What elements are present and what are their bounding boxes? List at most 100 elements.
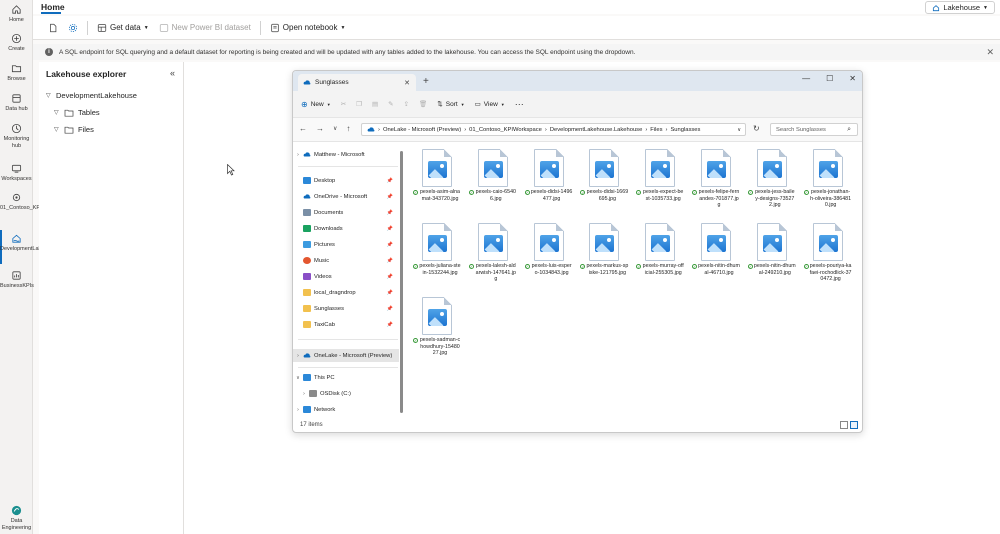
tab-home[interactable]: Home bbox=[41, 2, 65, 12]
tree-item-files[interactable]: ▽ Files bbox=[54, 125, 94, 134]
file-item[interactable]: ✓ pexels-pouriya-kafaei-rochodlick-370472… bbox=[803, 223, 852, 295]
minimize-icon[interactable]: — bbox=[802, 74, 810, 83]
nav-item-onelake[interactable]: › OneLake - Microsoft (Preview) bbox=[293, 349, 399, 362]
collapse-panel-icon[interactable]: « bbox=[170, 68, 175, 78]
file-item[interactable]: ✓ pexels-nitin-dhumal-46710.jpg bbox=[692, 223, 740, 295]
file-item[interactable]: ✓ pexels-jonathan-h-oliveira-3864810.jpg bbox=[803, 149, 852, 221]
new-dataset-button[interactable]: New Power BI dataset bbox=[156, 21, 254, 35]
new-button[interactable]: ⊕ New ▼ bbox=[301, 100, 331, 109]
chevron-down-icon[interactable]: ∨ bbox=[737, 127, 741, 133]
rail-lakehouse[interactable]: DevelopmentLakeho... bbox=[0, 233, 55, 253]
home-icon bbox=[12, 5, 21, 14]
share-button[interactable]: ⇪ bbox=[404, 100, 409, 108]
file-item[interactable]: ✓ pexels-didsi-1496477.jpg bbox=[524, 149, 573, 221]
nav-item-pictures[interactable]: Pictures 📌 bbox=[293, 238, 399, 251]
close-icon[interactable]: ✕ bbox=[986, 47, 994, 58]
desktop-icon bbox=[303, 177, 311, 184]
lakehouse-switcher[interactable]: Lakehouse ▼ bbox=[925, 1, 995, 14]
view-button[interactable]: ▭ View ▼ bbox=[475, 100, 505, 109]
tree-item-lakehouse[interactable]: ▽ DevelopmentLakehouse bbox=[46, 91, 137, 100]
file-item[interactable]: ✓ pexels-murray-official-255305.jpg bbox=[636, 223, 684, 295]
breadcrumb-segment[interactable]: DevelopmentLakehouse.Lakehouse bbox=[550, 127, 643, 133]
sync-status-icon: ✓ bbox=[803, 190, 809, 195]
nav-item-this-pc[interactable]: ∨ This PC bbox=[293, 371, 399, 384]
up-arrow-icon[interactable]: ↑ bbox=[346, 124, 350, 133]
address-bar[interactable]: › OneLake - Microsoft (Preview) › 01_Con… bbox=[361, 123, 746, 136]
new-item-button[interactable] bbox=[45, 21, 61, 35]
file-name-label: ✓ pexels-sadman-chowdhury-1548027.jpg bbox=[413, 337, 461, 356]
file-item[interactable]: ✓ pexels-asim-alnamat-343720.jpg bbox=[413, 149, 461, 221]
maximize-icon[interactable]: ☐ bbox=[826, 74, 833, 83]
file-item[interactable]: ✓ pexels-sadman-chowdhury-1548027.jpg bbox=[413, 297, 461, 369]
chevron-right-icon: › bbox=[297, 151, 299, 158]
file-item[interactable]: ✓ pexels-juliana-stein-1532244.jpg bbox=[413, 223, 461, 295]
nav-item-music[interactable]: Music 📌 bbox=[293, 254, 399, 267]
nav-item-user[interactable]: › Matthew - Microsoft bbox=[293, 148, 399, 161]
rail-workspace-contoso[interactable]: 01_Contoso_KPIWorks... bbox=[0, 192, 62, 212]
file-item[interactable]: ✓ pexels-caio-65406.jpg bbox=[468, 149, 517, 221]
explorer-command-bar: ⊕ New ▼ ✂ ❐ ▤ ✎ ⇪ 🗑 ⇅ Sort ▼ ▭ View ▼ ··… bbox=[293, 91, 862, 118]
close-tab-icon[interactable]: ✕ bbox=[404, 79, 410, 87]
nav-item-onedrive[interactable]: OneDrive - Microsoft 📌 bbox=[293, 190, 399, 203]
delete-button[interactable]: 🗑 bbox=[419, 100, 427, 108]
browse-icon bbox=[11, 65, 22, 73]
sort-button[interactable]: ⇅ Sort ▼ bbox=[437, 100, 464, 109]
nav-item-documents[interactable]: Documents 📌 bbox=[293, 206, 399, 219]
file-item[interactable]: ✓ pexels-nitin-dhumal-249210.jpg bbox=[747, 223, 796, 295]
rail-data-hub[interactable]: Data hub bbox=[0, 93, 33, 113]
sync-status-icon: ✓ bbox=[468, 264, 474, 269]
nav-item-sunglasses[interactable]: Sunglasses 📌 bbox=[293, 302, 399, 315]
cut-button[interactable]: ✂ bbox=[341, 100, 346, 108]
nav-item-videos[interactable]: Videos 📌 bbox=[293, 270, 399, 283]
open-notebook-button[interactable]: Open notebook ▼ bbox=[267, 21, 349, 35]
breadcrumb-segment[interactable]: Sunglasses bbox=[670, 127, 700, 133]
add-icon: ⊕ bbox=[301, 99, 308, 109]
paste-button[interactable]: ▤ bbox=[372, 100, 378, 108]
rail-monitoring[interactable]: Monitoring hub bbox=[0, 123, 33, 149]
breadcrumb-segment[interactable]: OneLake - Microsoft (Preview) bbox=[383, 127, 461, 133]
breadcrumb-segment[interactable]: Files bbox=[650, 127, 662, 133]
file-item[interactable]: ✓ pexels-markus-spiske-121795.jpg bbox=[580, 223, 628, 295]
settings-button[interactable] bbox=[65, 21, 81, 35]
file-item[interactable]: ✓ pexels-lalesh-aldarwish-147641.jpg bbox=[468, 223, 517, 295]
nav-item-desktop[interactable]: Desktop 📌 bbox=[293, 174, 399, 187]
mouse-cursor-icon bbox=[227, 164, 235, 176]
nav-item-taxicab[interactable]: TaxiCab 📌 bbox=[293, 318, 399, 331]
nav-item-osdisk[interactable]: › OSDisk (C:) bbox=[293, 387, 399, 400]
close-window-icon[interactable]: ✕ bbox=[849, 74, 856, 83]
refresh-icon[interactable]: ↻ bbox=[753, 124, 760, 133]
nav-item-downloads[interactable]: Downloads 📌 bbox=[293, 222, 399, 235]
file-item[interactable]: ✓ pexels-luis-espero-1034843.jpg bbox=[524, 223, 573, 295]
recent-chevron-icon[interactable]: ∨ bbox=[333, 124, 337, 133]
nav-item-network[interactable]: › Network bbox=[293, 403, 399, 416]
rename-button[interactable]: ✎ bbox=[388, 100, 393, 108]
window-tab-sunglasses[interactable]: Sunglasses ✕ bbox=[298, 74, 416, 91]
nav-item-local-dragndrop[interactable]: local_dragndrop 📌 bbox=[293, 286, 399, 299]
file-item[interactable]: ✓ pexels-felipe-fernandes-701877.jpg bbox=[692, 149, 740, 221]
file-item[interactable]: ✓ pexels-expect-best-1035733.jpg bbox=[636, 149, 684, 221]
file-item[interactable]: ✓ pexels-jess-bailey-designs-735272.jpg bbox=[747, 149, 796, 221]
explorer-title: Lakehouse explorer bbox=[46, 69, 127, 79]
computer-icon bbox=[303, 374, 311, 381]
get-data-button[interactable]: Get data ▼ bbox=[94, 21, 152, 35]
back-arrow-icon[interactable]: ← bbox=[299, 124, 307, 133]
rail-browse[interactable]: Browse bbox=[0, 63, 33, 83]
forward-arrow-icon[interactable]: → bbox=[316, 124, 324, 133]
large-icons-view-icon[interactable] bbox=[850, 421, 858, 429]
documents-icon bbox=[303, 209, 311, 216]
rail-data-engineering[interactable]: Data Engineering bbox=[0, 505, 33, 531]
rail-business-kpis[interactable]: BusinessKPIs bbox=[0, 270, 34, 290]
breadcrumb-segment[interactable]: 01_Contoso_KPIWorkspace bbox=[469, 127, 542, 133]
workspace-icon bbox=[12, 193, 21, 202]
rail-create[interactable]: Create bbox=[0, 33, 33, 53]
copy-button[interactable]: ❐ bbox=[356, 100, 362, 108]
more-options-button[interactable]: ··· bbox=[515, 99, 524, 109]
new-tab-button[interactable]: + bbox=[423, 76, 429, 87]
nav-pane-scrollbar[interactable] bbox=[400, 151, 403, 413]
file-item[interactable]: ✓ pexels-didsi-1669695.jpg bbox=[580, 149, 628, 221]
rail-home[interactable]: Home bbox=[0, 4, 33, 24]
details-view-icon[interactable] bbox=[840, 421, 848, 429]
search-input[interactable]: Search Sunglasses ⌕ bbox=[770, 123, 858, 136]
rail-workspaces[interactable]: Workspaces bbox=[0, 163, 33, 183]
tree-item-tables[interactable]: ▽ Tables bbox=[54, 108, 100, 117]
